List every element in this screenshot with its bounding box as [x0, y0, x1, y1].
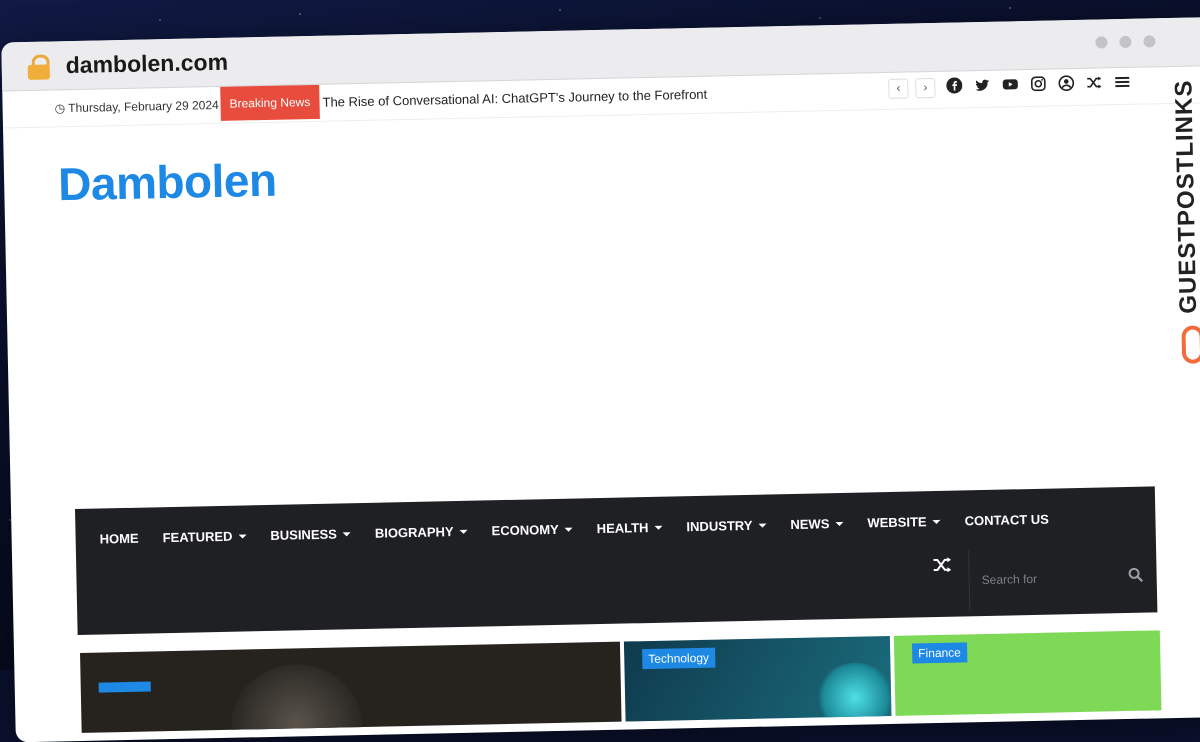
- caret-down-icon: [459, 529, 468, 535]
- caret-down-icon: [758, 523, 767, 528]
- ticker-next-button[interactable]: ›: [915, 77, 936, 99]
- nav-item-label: NEWS: [790, 515, 830, 532]
- youtube-icon[interactable]: [1002, 76, 1018, 92]
- category-badge[interactable]: [98, 681, 151, 693]
- nav-item-featured[interactable]: FEATURED: [150, 528, 258, 545]
- category-badge[interactable]: Technology: [642, 647, 716, 670]
- nav-search: [968, 546, 1159, 611]
- nav-item-news[interactable]: NEWS: [778, 515, 855, 532]
- nav-item-industry[interactable]: INDUSTRY: [674, 517, 778, 534]
- nav-item-contact-us[interactable]: CONTACT US: [952, 511, 1061, 528]
- browser-window: dambolen.com ◷ Thursday, February 29 202…: [1, 17, 1200, 742]
- caret-down-icon: [654, 525, 663, 530]
- featured-card[interactable]: [80, 641, 622, 733]
- facebook-icon[interactable]: [946, 77, 963, 94]
- caret-down-icon: [835, 522, 844, 527]
- guestpostlinks-watermark: GUESTPOSTLINKS: [1170, 73, 1200, 374]
- featured-posts: Technology Finance: [80, 630, 1171, 733]
- breaking-news-headline[interactable]: The Rise of Conversational AI: ChatGPT's…: [322, 87, 707, 110]
- featured-card[interactable]: Finance: [893, 630, 1162, 716]
- nav-item-label: BIOGRAPHY: [374, 523, 454, 541]
- nav-item-home[interactable]: HOME: [87, 530, 150, 546]
- nav-item-label: FEATURED: [162, 528, 233, 545]
- user-icon[interactable]: [1058, 75, 1075, 91]
- window-dot-icon[interactable]: [1095, 36, 1108, 49]
- nav-item-label: HOME: [99, 530, 139, 547]
- watermark-text: GUESTPOSTLINKS: [1170, 79, 1200, 314]
- nav-item-label: INDUSTRY: [686, 517, 753, 534]
- nav-item-biography[interactable]: BIOGRAPHY: [363, 523, 480, 540]
- nav-item-website[interactable]: WEBSITE: [855, 513, 953, 530]
- search-input[interactable]: [969, 546, 1135, 611]
- category-badge[interactable]: Finance: [912, 642, 968, 664]
- shuffle-icon[interactable]: [1086, 74, 1102, 90]
- nav-item-economy[interactable]: ECONOMY: [479, 521, 584, 538]
- nav-item-label: CONTACT US: [964, 511, 1049, 528]
- breaking-news-label: Breaking News: [220, 84, 320, 121]
- site-logo[interactable]: Dambolen: [58, 153, 277, 212]
- nav-item-label: ECONOMY: [491, 521, 559, 538]
- caret-down-icon: [238, 534, 247, 539]
- window-dot-icon[interactable]: [1119, 35, 1132, 49]
- link-icon: [1181, 325, 1200, 364]
- nav-item-business[interactable]: BUSINESS: [258, 526, 363, 543]
- instagram-icon[interactable]: [1030, 76, 1046, 92]
- url-bar[interactable]: dambolen.com: [65, 49, 228, 79]
- nav-item-label: WEBSITE: [867, 513, 927, 530]
- lock-icon: [27, 54, 51, 80]
- screenshot-card: dambolen.com ◷ Thursday, February 29 202…: [0, 0, 1200, 742]
- current-date: ◷ Thursday, February 29 2024: [54, 97, 219, 116]
- clock-icon: ◷: [54, 101, 66, 116]
- nav-item-label: HEALTH: [596, 519, 649, 536]
- nav-item-health[interactable]: HEALTH: [585, 519, 675, 536]
- window-dot-icon[interactable]: [1143, 35, 1156, 48]
- caret-down-icon: [932, 519, 941, 525]
- search-icon[interactable]: [1127, 567, 1144, 583]
- window-controls: [1095, 35, 1156, 49]
- social-links: [946, 74, 1130, 94]
- caret-down-icon: [564, 527, 573, 532]
- menu-icon[interactable]: [1114, 74, 1130, 90]
- random-article-shuffle-icon[interactable]: [932, 555, 952, 575]
- ticker-controls: ‹ ›: [888, 77, 936, 99]
- main-navigation: HOME FEATURED BUSINESS BIOGRAPHY ECONOMY HEAL…: [75, 486, 1159, 635]
- featured-card[interactable]: Technology: [623, 635, 892, 722]
- ticker-prev-button[interactable]: ‹: [888, 78, 909, 99]
- nav-item-label: BUSINESS: [270, 526, 338, 543]
- nav-menu: HOME FEATURED BUSINESS BIOGRAPHY ECONOMY HEAL…: [75, 488, 1061, 569]
- caret-down-icon: [342, 532, 351, 537]
- twitter-icon[interactable]: [974, 77, 990, 93]
